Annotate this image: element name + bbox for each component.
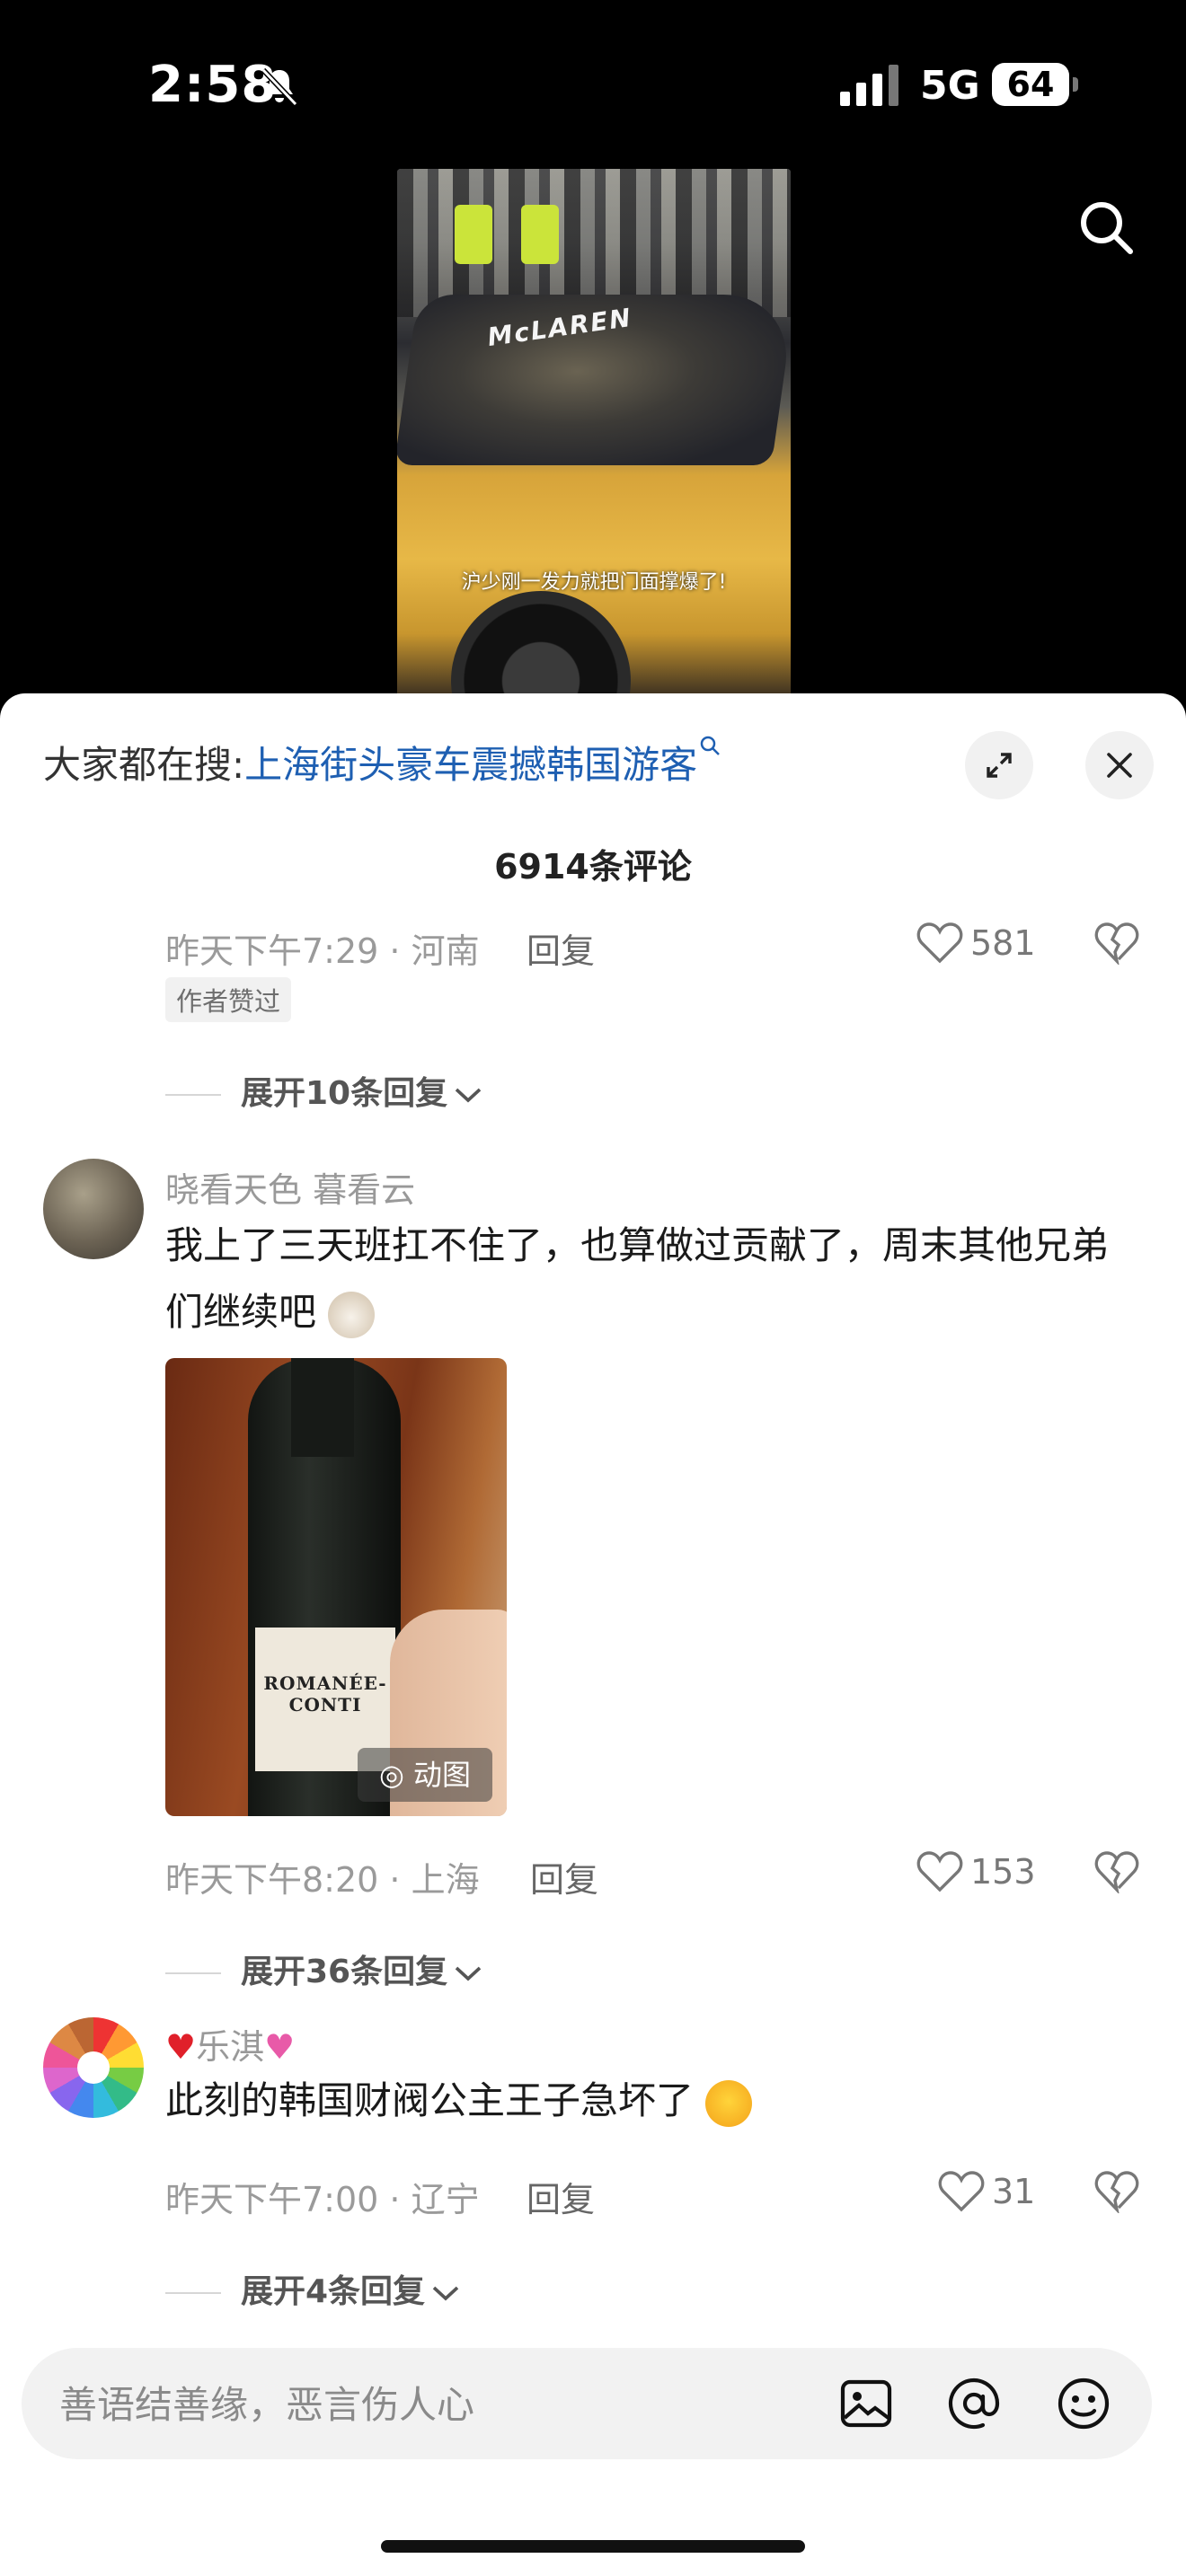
network-type: 5G — [920, 63, 980, 109]
close-icon — [1107, 753, 1132, 778]
trending-query-link[interactable]: 上海街头豪车震撼韩国游客 — [244, 743, 697, 787]
pink-heart-icon: ♥ — [264, 2027, 296, 2067]
gif-badge: ◎ 动图 — [358, 1748, 492, 1802]
cat-emoji-icon — [328, 1291, 376, 1338]
car-wheel — [451, 591, 631, 697]
image-icon[interactable] — [837, 2375, 895, 2432]
comment-text: 此刻的韩国财阀公主王子急坏了 — [165, 2068, 1145, 2134]
comment-input[interactable] — [58, 2348, 798, 2461]
like-count: 153 — [970, 1852, 1036, 1892]
expand-replies-button[interactable]: 展开4条回复 — [165, 2265, 461, 2312]
chevron-down-icon — [455, 1088, 482, 1103]
reply-button[interactable]: 回复 — [530, 1852, 598, 1901]
police-vest — [455, 205, 492, 264]
expand-replies-label: 展开4条回复 — [241, 2273, 426, 2310]
red-heart-icon: ♥ — [165, 2027, 197, 2067]
bottle-neck — [291, 1358, 354, 1457]
like-count: 31 — [992, 2172, 1036, 2211]
search-icon[interactable] — [1075, 196, 1137, 259]
comment-count: 6914条评论 — [494, 847, 692, 887]
avatar[interactable] — [43, 1159, 144, 1259]
battery-percent: 64 — [1006, 65, 1055, 104]
chevron-down-icon — [455, 1966, 482, 1981]
comment-meta: 昨天下午8:20 · 上海 — [165, 1860, 480, 1900]
video-subtitle: 沪少刚一发力就把门面撑爆了! — [461, 571, 727, 594]
comment-sheet: 大家都在搜:上海街头豪车震撼韩国游客 6914条评论 昨天下午7:29 · 河南… — [0, 693, 1186, 2576]
video-player[interactable]: McLAREN 沪少刚一发力就把门面撑爆了! — [397, 169, 791, 697]
expand-replies-label: 展开10条回复 — [241, 1075, 448, 1112]
trending-search[interactable]: 大家都在搜:上海街头豪车震撼韩国游客 — [43, 735, 722, 790]
comment-text: 我上了三天班扛不住了，也算做过贡献了，周末其他兄弟们继续吧 — [165, 1213, 1145, 1345]
expand-replies-button[interactable]: 展开36条回复 — [165, 1945, 483, 1992]
expand-icon — [987, 753, 1012, 778]
reply-button[interactable]: 回复 — [527, 2172, 595, 2221]
emoji-icon[interactable] — [1055, 2375, 1112, 2432]
comment-meta: 昨天下午7:29 · 河南 — [165, 931, 480, 971]
dislike-heart-icon[interactable] — [1094, 922, 1139, 965]
gif-label: 动图 — [413, 1758, 472, 1792]
laughing-emoji-icon — [705, 2079, 753, 2127]
divider-line — [165, 2292, 221, 2294]
like-count: 581 — [970, 923, 1036, 963]
comment-username[interactable]: 晓看天色 暮看云 — [165, 1162, 415, 1212]
username-text: 乐淇 — [196, 2027, 265, 2067]
author-liked-badge: 作者赞过 — [165, 977, 292, 1022]
search-small-icon — [700, 736, 721, 755]
comment-input-bar — [22, 2348, 1152, 2461]
trending-prefix: 大家都在搜: — [43, 743, 245, 787]
expand-replies-button[interactable]: 展开10条回复 — [165, 1067, 483, 1114]
signal-icon — [840, 65, 898, 106]
battery-indicator: 64 — [992, 63, 1078, 108]
heart-icon[interactable] — [916, 1850, 963, 1893]
dislike-heart-icon[interactable] — [1094, 1850, 1139, 1893]
home-indicator[interactable] — [381, 2540, 805, 2553]
divider-line — [165, 1094, 221, 1096]
gif-icon: ◎ — [378, 1758, 414, 1792]
dislike-heart-icon[interactable] — [1094, 2170, 1139, 2213]
comment-meta: 昨天下午7:00 · 辽宁 — [165, 2180, 480, 2219]
avatar[interactable] — [43, 2017, 144, 2118]
at-icon[interactable] — [945, 2375, 1003, 2432]
reply-button[interactable]: 回复 — [527, 923, 595, 973]
expand-replies-label: 展开36条回复 — [241, 1954, 448, 1990]
bell-slash-icon — [261, 67, 298, 107]
heart-icon[interactable] — [938, 2170, 985, 2213]
heart-icon[interactable] — [916, 922, 963, 965]
police-vest — [521, 205, 559, 264]
wine-label-text: ROMANÉE-CONTI — [263, 1672, 387, 1716]
comment-image[interactable]: ROMANÉE-CONTI ◎ 动图 — [165, 1358, 507, 1816]
comment-text-content: 此刻的韩国财阀公主王子急坏了 — [165, 2078, 695, 2122]
divider-line — [165, 1972, 221, 1974]
comment-username[interactable]: ♥乐淇♥ — [165, 2019, 295, 2069]
comment-text-content: 我上了三天班扛不住了，也算做过贡献了，周末其他兄弟们继续吧 — [165, 1223, 1110, 1334]
expand-button[interactable] — [965, 731, 1033, 799]
chevron-down-icon — [432, 2286, 459, 2301]
close-button[interactable] — [1085, 731, 1154, 799]
status-bar: 2:58 5G 64 — [0, 0, 1186, 180]
